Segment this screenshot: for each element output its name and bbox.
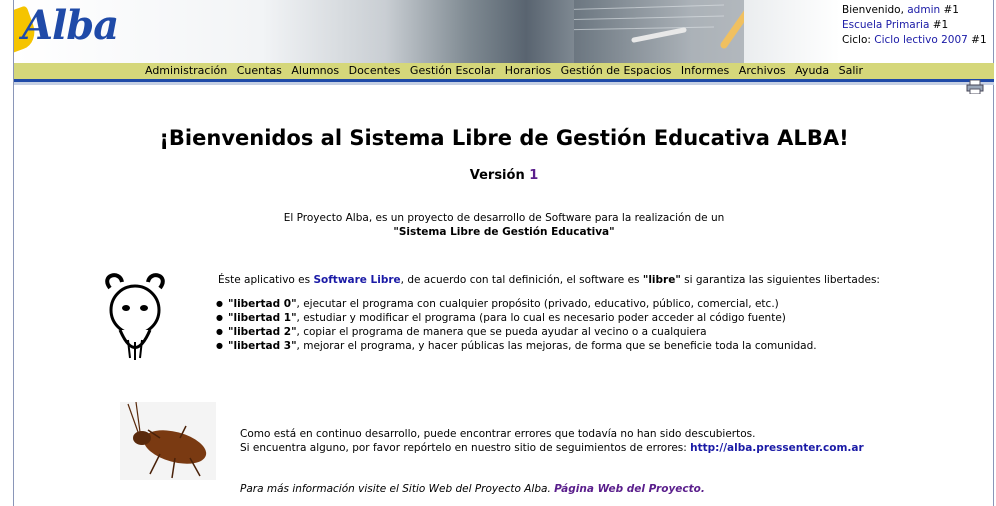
version-number: 1 [529, 168, 539, 183]
username-link[interactable]: admin [907, 4, 940, 16]
free-suffix: si garantiza las siguientes libertades: [680, 274, 880, 286]
cycle-link[interactable]: Ciclo lectivo 2007 [874, 34, 968, 46]
freedoms-section: Éste aplicativo es Software Libre, de ac… [216, 273, 918, 353]
menu-ayuda[interactable]: Ayuda [795, 63, 829, 79]
welcome-label: Bienvenido, [842, 4, 908, 16]
chalkboard-illustration [574, 0, 744, 63]
freedom-name: "libertad 1" [228, 312, 297, 324]
gnu-head-image [105, 273, 165, 360]
page-title: ¡Bienvenidos al Sistema Libre de Gestión… [159, 126, 849, 150]
main-menu: Administración Cuentas Alumnos Docentes … [14, 63, 994, 82]
logo[interactable]: Alba [22, 2, 119, 49]
user-info: Bienvenido, admin #1 Escuela Primaria #1… [842, 3, 987, 48]
list-item: "libertad 2", copiar el programa de mane… [216, 325, 918, 339]
menu-cuentas[interactable]: Cuentas [237, 63, 282, 79]
list-item: "libertad 1", estudiar y modificar el pr… [216, 311, 918, 325]
free-prefix: Éste aplicativo es [218, 274, 314, 286]
menu-informes[interactable]: Informes [681, 63, 729, 79]
freedom-name: "libertad 3" [228, 340, 297, 352]
more-info-text: Para más información visite el Sitio Web… [240, 483, 555, 495]
intro-line-1: El Proyecto Alba, es un proyecto de desa… [283, 212, 725, 224]
freedom-desc: , copiar el programa de manera que se pu… [296, 326, 707, 338]
freedom-desc: , estudiar y modificar el programa (para… [296, 312, 786, 324]
printer-icon[interactable] [966, 80, 984, 94]
bug-line-2-text: Si encuentra alguno, por favor repórtelo… [240, 442, 691, 454]
list-item: "libertad 0", ejecutar el programa con c… [216, 297, 918, 311]
freedom-desc: , ejecutar el programa con cualquier pro… [296, 298, 779, 310]
school-link[interactable]: Escuela Primaria [842, 19, 929, 31]
freedom-name: "libertad 0" [228, 298, 297, 310]
list-item: "libertad 3", mejorar el programa, y hac… [216, 339, 918, 353]
school-suffix: #1 [929, 19, 949, 31]
menu-horarios[interactable]: Horarios [505, 63, 551, 79]
free-word: "libre" [642, 274, 681, 286]
menu-separator [14, 82, 994, 85]
menu-gestion-espacios[interactable]: Gestión de Espacios [561, 63, 672, 79]
intro-text: El Proyecto Alba, es un proyecto de desa… [14, 211, 994, 239]
bug-line-2: Si encuentra alguno, por favor repórtelo… [240, 441, 864, 455]
software-libre-link[interactable]: Software Libre [313, 274, 400, 286]
menu-gestion-escolar[interactable]: Gestión Escolar [410, 63, 495, 79]
bug-line-1: Como está en continuo desarrollo, puede … [240, 428, 756, 440]
menu-alumnos[interactable]: Alumnos [291, 63, 339, 79]
cycle-label: Ciclo: [842, 34, 875, 46]
intro-line-2: "Sistema Libre de Gestión Educativa" [393, 226, 615, 238]
username-suffix: #1 [940, 4, 959, 16]
version-line: Versión 1 [14, 168, 994, 183]
header: Alba Bienvenido, admin #1 Escuela Primar… [0, 0, 996, 63]
freedoms-intro: Éste aplicativo es Software Libre, de ac… [218, 273, 918, 287]
version-label: Versión [469, 168, 530, 183]
header-banner: Alba [14, 0, 840, 63]
project-website-link[interactable]: Página Web del Proyecto. [554, 483, 705, 495]
cockroach-image [120, 402, 216, 480]
bug-tracker-link[interactable]: http://alba.pressenter.com.ar [690, 442, 864, 454]
free-middle: , de acuerdo con tal definición, el soft… [400, 274, 643, 286]
freedom-name: "libertad 2" [228, 326, 297, 338]
menu-administracion[interactable]: Administración [145, 63, 227, 79]
menu-archivos[interactable]: Archivos [739, 63, 786, 79]
menu-salir[interactable]: Salir [839, 63, 863, 79]
bug-report-info: Como está en continuo desarrollo, puede … [240, 427, 864, 455]
freedom-desc: , mejorar el programa, y hacer públicas … [296, 340, 817, 352]
menu-docentes[interactable]: Docentes [349, 63, 401, 79]
more-info: Para más información visite el Sitio Web… [240, 483, 705, 495]
cycle-suffix: #1 [967, 34, 987, 46]
freedoms-list: "libertad 0", ejecutar el programa con c… [216, 297, 918, 353]
